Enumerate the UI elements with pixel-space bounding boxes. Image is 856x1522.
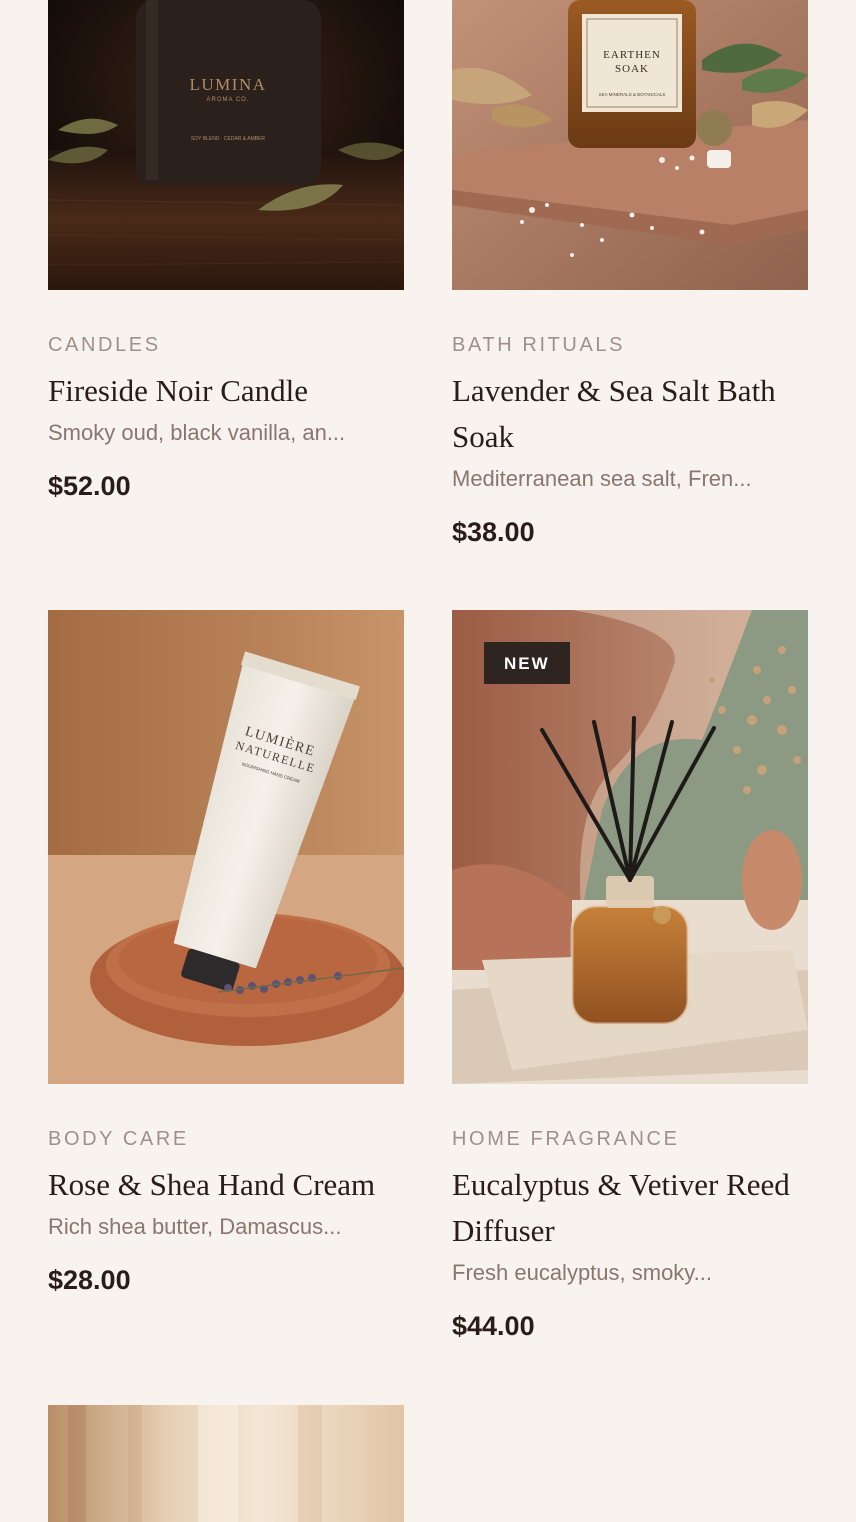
product-image[interactable]: EARTHEN SOAK SEA MINERALS & BOTANICALS <box>452 0 808 290</box>
product-image[interactable]: LUMINA AROMA CO. SOY BLEND · CEDAR & AMB… <box>48 0 404 290</box>
product-card[interactable]: LUMINA AROMA CO. SOY BLEND · CEDAR & AMB… <box>48 0 404 502</box>
soak-label-title: EARTHEN <box>603 49 661 61</box>
product-title[interactable]: Rose & Shea Hand Cream <box>48 1162 404 1208</box>
soak-label-note: SEA MINERALS & BOTANICALS <box>599 92 666 97</box>
candle-brand-sublabel: AROMA CO. <box>206 97 249 103</box>
product-card[interactable]: NEW HOME FRAGRANCE Eucalyptus & Vetiver … <box>452 610 808 1342</box>
product-title[interactable]: Fireside Noir Candle <box>48 368 404 414</box>
product-card[interactable] <box>48 1405 404 1522</box>
product-title[interactable]: Lavender & Sea Salt Bath Soak <box>452 368 808 460</box>
product-card[interactable]: EARTHEN SOAK SEA MINERALS & BOTANICALS B… <box>452 0 808 548</box>
product-price: $52.00 <box>48 471 131 501</box>
product-description: Rich shea butter, Damascus... <box>48 1214 342 1239</box>
product-category: HOME FRAGRANCE <box>452 1128 680 1150</box>
product-category: BODY CARE <box>48 1128 189 1150</box>
candle-photo: LUMINA AROMA CO. SOY BLEND · CEDAR & AMB… <box>48 0 404 290</box>
product-image[interactable] <box>48 1405 404 1522</box>
product-description: Smoky oud, black vanilla, an... <box>48 420 346 445</box>
product-image[interactable]: LUMIÈRE NATURELLE NOURISHING HAND CREAM <box>48 610 404 1084</box>
soak-label-subtitle: SOAK <box>615 63 649 75</box>
product-card[interactable]: LUMIÈRE NATURELLE NOURISHING HAND CREAM … <box>48 610 404 1296</box>
product-grid: LUMINA AROMA CO. SOY BLEND · CEDAR & AMB… <box>0 0 856 1522</box>
candle-note-label: SOY BLEND · CEDAR & AMBER <box>191 136 265 142</box>
product-image[interactable]: NEW <box>452 610 808 1084</box>
product-description: Mediterranean sea salt, Fren... <box>452 466 752 491</box>
product-category: BATH RITUALS <box>452 334 626 356</box>
bath-soak-photo: EARTHEN SOAK SEA MINERALS & BOTANICALS <box>452 0 808 290</box>
product-description: Fresh eucalyptus, smoky... <box>452 1260 713 1285</box>
product-category: CANDLES <box>48 334 161 356</box>
product-photo-partial <box>48 1405 404 1522</box>
new-badge: NEW <box>484 642 570 684</box>
hand-cream-photo: LUMIÈRE NATURELLE NOURISHING HAND CREAM <box>48 610 404 1084</box>
product-price: $28.00 <box>48 1265 131 1295</box>
product-price: $38.00 <box>452 517 535 547</box>
candle-brand-label: LUMINA <box>190 75 267 94</box>
product-title[interactable]: Eucalyptus & Vetiver Reed Diffuser <box>452 1162 808 1254</box>
product-price: $44.00 <box>452 1311 535 1341</box>
